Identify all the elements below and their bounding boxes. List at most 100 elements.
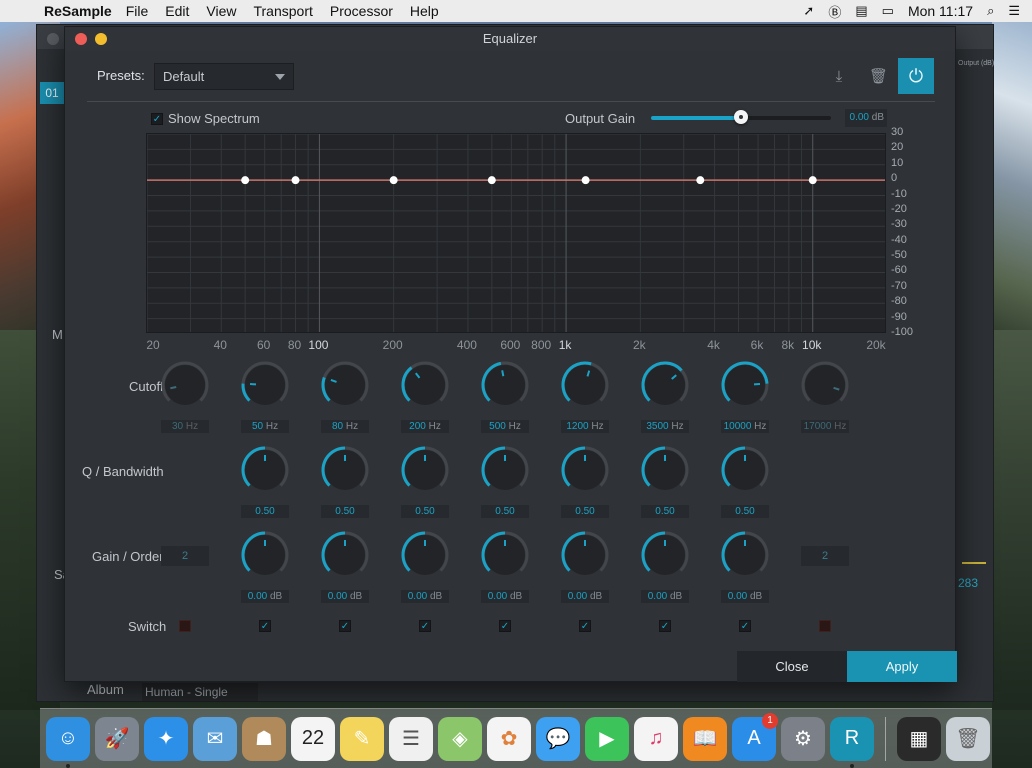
save-preset-icon[interactable]: ⤓ [831, 69, 847, 85]
filter-order-field-1[interactable]: 2 [161, 546, 209, 566]
b-status-icon[interactable]: Ⓑ [828, 2, 841, 21]
trash-icon[interactable]: 🗑 [869, 69, 888, 85]
show-spectrum-checkbox[interactable]: ✓ [151, 112, 163, 125]
eq-band-node-2[interactable] [241, 176, 250, 185]
band-switch-4[interactable]: ✓ [419, 620, 431, 632]
gain-field-3[interactable]: 0.00 dB [321, 590, 369, 603]
q-knob-7[interactable] [640, 445, 690, 495]
gain-knob-2[interactable] [240, 530, 290, 580]
band-switch-2[interactable]: ✓ [259, 620, 271, 632]
menu-transport[interactable]: Transport [253, 3, 312, 19]
q-field-7[interactable]: 0.50 [641, 505, 689, 518]
q-field-5[interactable]: 0.50 [481, 505, 529, 518]
gain-knob-7[interactable] [640, 530, 690, 580]
cutoff-field-7[interactable]: 3500 Hz [641, 420, 689, 433]
cutoff-knob-7[interactable] [640, 360, 690, 410]
notification-center-icon[interactable]: ☰ [1008, 3, 1020, 19]
band-switch-1[interactable]: ✓ [179, 620, 191, 632]
output-gain-field[interactable]: 0.00 dB [845, 109, 887, 127]
q-field-6[interactable]: 0.50 [561, 505, 609, 518]
gain-field-5[interactable]: 0.00 dB [481, 590, 529, 603]
band-switch-8[interactable]: ✓ [739, 620, 751, 632]
calendar-icon[interactable]: 22 [291, 716, 335, 761]
band-switch-3[interactable]: ✓ [339, 620, 351, 632]
safari-icon[interactable]: ✦ [144, 716, 188, 761]
menu-file[interactable]: File [126, 3, 149, 19]
output-gain-handle[interactable] [734, 110, 748, 124]
output-gain-slider[interactable] [651, 110, 831, 124]
power-toggle-button[interactable]: ⏻ [898, 58, 934, 94]
gain-knob-8[interactable] [720, 530, 770, 580]
cutoff-knob-5[interactable] [480, 360, 530, 410]
notes-icon[interactable]: ✎ [340, 716, 384, 761]
show-spectrum-toggle[interactable]: ✓ Show Spectrum [151, 111, 260, 126]
cutoff-field-2[interactable]: 50 Hz [241, 420, 289, 433]
q-knob-2[interactable] [240, 445, 290, 495]
facetime-icon[interactable]: ▶ [585, 716, 629, 761]
ibooks-icon[interactable]: 📖 [683, 716, 727, 761]
cutoff-knob-2[interactable] [240, 360, 290, 410]
system-preferences-icon[interactable]: ⚙ [781, 716, 825, 761]
q-field-2[interactable]: 0.50 [241, 505, 289, 518]
q-knob-3[interactable] [320, 445, 370, 495]
band-switch-5[interactable]: ✓ [499, 620, 511, 632]
eq-band-node-6[interactable] [581, 176, 590, 185]
maps-icon[interactable]: ◈ [438, 716, 482, 761]
cutoff-field-9[interactable]: 17000 Hz [801, 420, 849, 433]
window-close-button[interactable] [75, 33, 87, 45]
album-field[interactable]: Human - Single [142, 683, 258, 701]
eq-band-node-8[interactable] [808, 176, 817, 185]
cutoff-knob-9[interactable] [800, 360, 850, 410]
eq-band-node-4[interactable] [389, 176, 398, 185]
band-switch-9[interactable]: ✓ [819, 620, 831, 632]
reminders-icon[interactable]: ☰ [389, 716, 433, 761]
itunes-icon[interactable]: ♫ [634, 716, 678, 761]
q-field-4[interactable]: 0.50 [401, 505, 449, 518]
gain-field-4[interactable]: 0.00 dB [401, 590, 449, 603]
messages-icon[interactable]: 💬 [536, 716, 580, 761]
eq-band-node-3[interactable] [291, 176, 300, 185]
gain-field-6[interactable]: 0.00 dB [561, 590, 609, 603]
gain-field-2[interactable]: 0.00 dB [241, 590, 289, 603]
eq-frequency-graph[interactable] [146, 133, 886, 333]
input-flag-icon[interactable]: ▤ [855, 3, 867, 19]
cutoff-knob-6[interactable] [560, 360, 610, 410]
gain-knob-3[interactable] [320, 530, 370, 580]
mail-icon[interactable]: ✉ [193, 716, 237, 761]
location-icon[interactable]: ➚ [803, 3, 814, 19]
window-minimize-button[interactable] [95, 33, 107, 45]
photos-icon[interactable]: ✿ [487, 716, 531, 761]
filter-order-field-9[interactable]: 2 [801, 546, 849, 566]
menu-help[interactable]: Help [410, 3, 439, 19]
menu-view[interactable]: View [206, 3, 236, 19]
close-button[interactable]: Close [737, 651, 847, 682]
app-menu[interactable]: ReSample [44, 3, 112, 19]
menu-processor[interactable]: Processor [330, 3, 393, 19]
track-number-badge[interactable]: 01 [40, 82, 64, 104]
cutoff-knob-8[interactable] [720, 360, 770, 410]
q-knob-6[interactable] [560, 445, 610, 495]
q-knob-4[interactable] [400, 445, 450, 495]
app-store-icon[interactable]: A1 [732, 712, 778, 761]
cutoff-knob-4[interactable] [400, 360, 450, 410]
cutoff-knob-1[interactable] [160, 360, 210, 410]
gain-knob-5[interactable] [480, 530, 530, 580]
band-switch-7[interactable]: ✓ [659, 620, 671, 632]
eq-band-node-7[interactable] [696, 176, 705, 185]
resample-icon[interactable]: R [830, 716, 874, 768]
spotlight-search-icon[interactable]: ⌕ [987, 3, 994, 19]
eq-band-node-5[interactable] [487, 176, 496, 185]
cutoff-field-6[interactable]: 1200 Hz [561, 420, 609, 433]
presets-dropdown[interactable]: Default [154, 63, 294, 90]
cutoff-field-5[interactable]: 500 Hz [481, 420, 529, 433]
q-knob-8[interactable] [720, 445, 770, 495]
main-window-close-button[interactable] [47, 33, 59, 45]
menubar-clock[interactable]: Mon 11:17 [908, 3, 973, 19]
q-field-3[interactable]: 0.50 [321, 505, 369, 518]
launchpad-icon[interactable]: 🚀 [95, 716, 139, 761]
gain-field-8[interactable]: 0.00 dB [721, 590, 769, 603]
menu-edit[interactable]: Edit [165, 3, 189, 19]
gain-field-7[interactable]: 0.00 dB [641, 590, 689, 603]
contacts-icon[interactable]: ☗ [242, 716, 286, 761]
trash-icon[interactable]: 🗑 [946, 716, 990, 761]
